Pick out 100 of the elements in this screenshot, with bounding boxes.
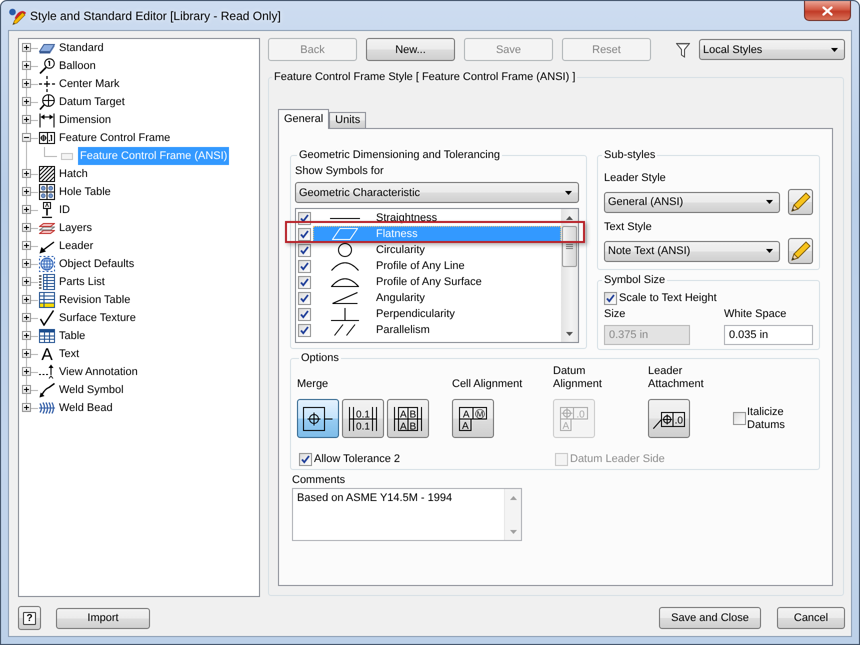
- symbol-frame-icon: [303, 406, 333, 430]
- tree-item[interactable]: Object Defaults: [57, 255, 136, 273]
- dimension-icon: [39, 112, 55, 128]
- globe-icon: [39, 256, 55, 272]
- table-icon: [39, 328, 55, 344]
- edit-style-button[interactable]: [788, 238, 813, 264]
- symbol-item[interactable]: Profile of Any Surface: [313, 274, 561, 290]
- target-icon: [39, 94, 55, 110]
- merge-option-button[interactable]: 0.1 0.1: [342, 399, 384, 438]
- tree-item[interactable]: Surface Texture: [57, 309, 138, 327]
- comments-field[interactable]: Based on ASME Y14.5M - 1994: [292, 488, 522, 541]
- expand-toggle[interactable]: [22, 331, 31, 340]
- expand-toggle[interactable]: [22, 115, 31, 124]
- expand-toggle[interactable]: [22, 385, 31, 394]
- close-button[interactable]: [804, 1, 851, 21]
- group-title: Feature Control Frame Style [ Feature Control Frame (ANSI) ]: [273, 71, 576, 84]
- group-title: Options: [300, 352, 340, 365]
- symbol-item[interactable]: Parallelism: [313, 322, 561, 338]
- tree-item[interactable]: Weld Bead: [57, 399, 115, 417]
- symbol-item[interactable]: Profile of Any Line: [313, 258, 561, 274]
- pencil-icon: [790, 241, 810, 261]
- expand-toggle[interactable]: [22, 187, 31, 196]
- expand-toggle[interactable]: [22, 403, 31, 412]
- tree-item[interactable]: Balloon: [57, 57, 98, 75]
- text-style-dropdown[interactable]: Note Text (ANSI): [604, 240, 780, 262]
- expand-toggle[interactable]: [22, 295, 31, 304]
- field-label: White Space: [724, 307, 788, 321]
- symbol-category-dropdown[interactable]: Geometric Characteristic: [295, 182, 579, 203]
- expand-toggle[interactable]: [22, 223, 31, 232]
- expand-toggle[interactable]: [22, 43, 31, 52]
- expand-toggle[interactable]: [22, 97, 31, 106]
- arc-icon: [331, 262, 359, 270]
- checkbox[interactable]: [299, 452, 312, 466]
- pencil-icon: [790, 192, 810, 212]
- option-label: Cell Alignment: [452, 378, 524, 391]
- list-table-icon: [39, 274, 55, 290]
- cancel-button[interactable]: Cancel: [777, 607, 845, 629]
- cell-alignment-button[interactable]: A Ⓜ A: [452, 399, 494, 438]
- annotation-arrow-icon: [39, 364, 55, 380]
- tree-item[interactable]: Center Mark: [57, 75, 122, 93]
- angle-icon: [332, 292, 358, 304]
- expand-toggle[interactable]: [22, 133, 31, 142]
- tree-item[interactable]: Text: [57, 345, 82, 363]
- spacing-field[interactable]: 0.035 in: [724, 325, 813, 345]
- option-label: Merge: [297, 378, 330, 391]
- checkbox-label: Datum Leader Side: [570, 452, 665, 466]
- checkbox[interactable]: [733, 412, 746, 425]
- tree-item[interactable]: Parts List: [57, 273, 107, 291]
- expand-toggle[interactable]: [22, 277, 31, 286]
- new-button[interactable]: New...: [366, 38, 455, 61]
- symbol-item[interactable]: Straightness: [313, 210, 561, 226]
- tree-item[interactable]: View Annotation: [57, 363, 140, 381]
- scroll-thumb[interactable]: [562, 226, 577, 267]
- expand-toggle[interactable]: [22, 241, 31, 250]
- checkbox[interactable]: [298, 260, 311, 272]
- tree-item[interactable]: Layers: [57, 219, 94, 237]
- edit-style-button[interactable]: [788, 189, 813, 215]
- symbol-item[interactable]: Angularity: [313, 290, 561, 306]
- tree-item[interactable]: Weld Symbol: [57, 381, 126, 399]
- checkbox[interactable]: [298, 292, 311, 304]
- merge-option-button[interactable]: A B A B: [387, 399, 429, 438]
- tree-item[interactable]: Hatch: [57, 165, 90, 183]
- checkbox[interactable]: [298, 244, 311, 256]
- checkbox[interactable]: [298, 324, 311, 336]
- parallelogram-icon: [332, 228, 358, 240]
- symbol-item[interactable]: Circularity: [313, 242, 561, 258]
- import-button[interactable]: Import: [56, 608, 150, 628]
- expand-toggle[interactable]: [22, 169, 31, 178]
- tree-item[interactable]: Revision Table: [57, 291, 132, 309]
- tree-item[interactable]: Feature Control Frame: [57, 129, 172, 147]
- tree-item[interactable]: Table: [57, 327, 88, 345]
- expand-toggle[interactable]: [22, 61, 31, 70]
- symbol-item[interactable]: Perpendicularity: [313, 306, 561, 322]
- expand-toggle[interactable]: [22, 259, 31, 268]
- help-button[interactable]: ?: [18, 606, 41, 630]
- checkbox[interactable]: [604, 292, 617, 304]
- merge-option-button[interactable]: [297, 399, 339, 438]
- straight-line-icon: [330, 216, 360, 220]
- expand-toggle[interactable]: [22, 79, 31, 88]
- checkbox[interactable]: [298, 308, 311, 320]
- leader-attachment-button[interactable]: .0: [648, 399, 690, 438]
- leader-style-dropdown[interactable]: General (ANSI): [604, 192, 780, 212]
- tree-item[interactable]: Hole Table: [57, 183, 113, 201]
- expand-toggle[interactable]: [22, 205, 31, 214]
- expand-toggle[interactable]: [22, 313, 31, 322]
- tree-item[interactable]: Datum Target: [57, 93, 127, 111]
- tree-item[interactable]: Standard: [57, 39, 106, 57]
- checkmark-icon: [606, 294, 615, 302]
- tab[interactable]: Units: [329, 112, 366, 128]
- checkbox[interactable]: [298, 228, 311, 240]
- expand-toggle[interactable]: [22, 367, 31, 376]
- save-and-close-button[interactable]: Save and Close: [659, 607, 761, 629]
- tab[interactable]: General: [278, 109, 330, 129]
- tree-item[interactable]: Dimension: [57, 111, 113, 129]
- checkbox[interactable]: [298, 276, 311, 288]
- expand-toggle[interactable]: [22, 349, 31, 358]
- tree-item[interactable]: Leader: [57, 237, 96, 255]
- cross-mark-icon: [39, 76, 55, 92]
- tree-item[interactable]: ID: [57, 201, 72, 219]
- style-filter-dropdown[interactable]: Local Styles: [699, 39, 845, 60]
